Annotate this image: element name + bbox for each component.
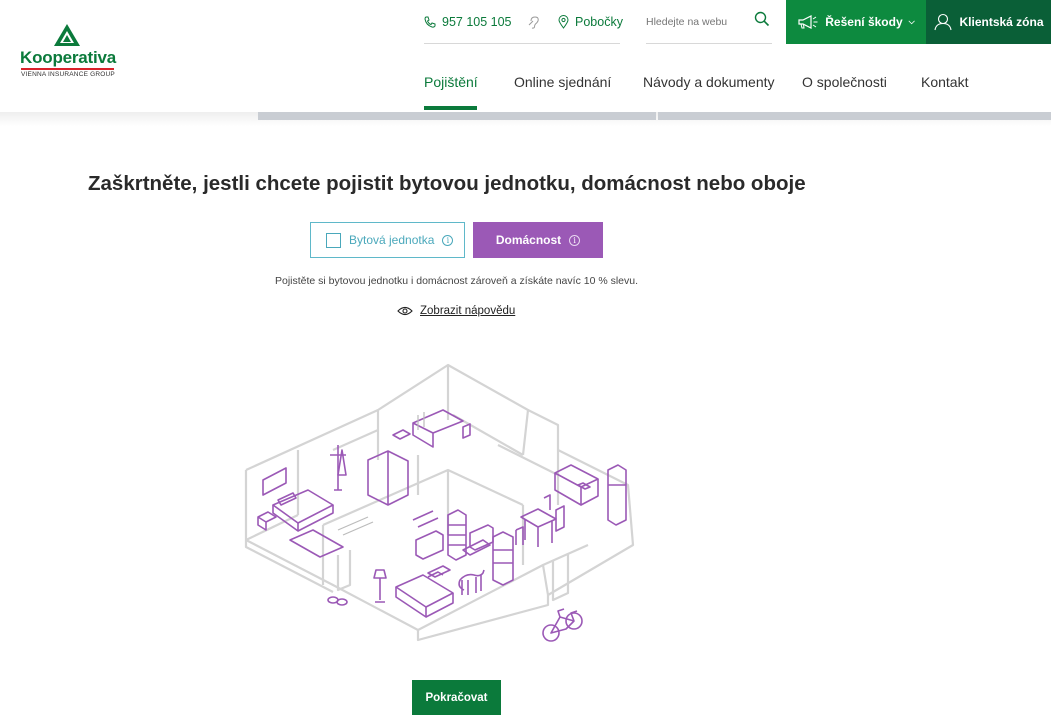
active-nav-indicator — [424, 106, 477, 110]
show-help-link[interactable]: Zobrazit nápovědu — [397, 305, 515, 317]
nav-item-pojisteni[interactable]: Pojištění — [424, 74, 478, 90]
household-label: Domácnost — [495, 233, 562, 247]
main-navigation: Pojištění Online sjednání Návody a dokum… — [0, 74, 1051, 94]
search-box[interactable] — [646, 0, 770, 44]
info-icon[interactable]: i — [442, 234, 454, 246]
logo-wordmark: Kooperativa — [20, 48, 117, 67]
phone-link[interactable]: 957 105 105 — [424, 0, 512, 44]
apartment-illustration — [244, 363, 635, 642]
client-zone-label: Klientská zóna — [959, 15, 1044, 29]
nav-item-kontakt[interactable]: Kontakt — [921, 74, 968, 90]
discount-hint: Pojistěte si bytovou jednotku i domácnos… — [274, 275, 639, 287]
claims-button[interactable]: Řešení škody ⌵ — [786, 0, 926, 44]
nav-item-navody-a-dokumenty[interactable]: Návody a dokumenty — [643, 74, 775, 90]
continue-button[interactable]: Pokračovat — [412, 680, 501, 715]
search-icon[interactable] — [754, 11, 770, 27]
claims-button-label: Řešení škody — [825, 15, 903, 29]
flat-unit-checkbox[interactable] — [326, 232, 341, 248]
user-icon — [934, 13, 953, 31]
show-help-label: Zobrazit nápovědu — [420, 305, 516, 317]
option-flat-unit[interactable]: Bytová jednotka i — [310, 222, 465, 258]
logo-underline — [21, 68, 114, 70]
location-pin-icon — [558, 15, 569, 29]
flat-unit-label: Bytová jednotka — [349, 233, 435, 247]
eye-icon — [397, 306, 413, 316]
chevron-down-icon: ⌵ — [908, 17, 915, 26]
nav-item-o-spolecnosti[interactable]: O společnosti — [802, 74, 887, 90]
phone-icon — [424, 16, 436, 28]
search-input[interactable] — [646, 16, 746, 28]
branches-label: Pobočky — [575, 15, 623, 29]
utility-divider — [424, 43, 620, 44]
progress-segment-1 — [258, 112, 656, 120]
nav-item-online-sjednani[interactable]: Online sjednání — [514, 74, 611, 90]
progress-segment-2 — [658, 112, 1051, 120]
client-zone-button[interactable]: Klientská zóna — [926, 0, 1051, 44]
option-household[interactable]: Domácnost i — [473, 222, 603, 258]
info-icon[interactable]: i — [569, 234, 581, 246]
logo-mark-icon — [54, 24, 80, 46]
branches-link[interactable]: Pobočky — [558, 0, 623, 44]
ear-icon — [528, 15, 539, 29]
accessibility-link[interactable] — [528, 0, 546, 44]
phone-number: 957 105 105 — [442, 15, 512, 29]
megaphone-icon — [798, 15, 818, 29]
page-title: Zaškrtněte, jestli chcete pojistit bytov… — [88, 172, 806, 195]
site-header: Kooperativa VIENNA INSURANCE GROUP 957 1… — [0, 0, 1051, 112]
